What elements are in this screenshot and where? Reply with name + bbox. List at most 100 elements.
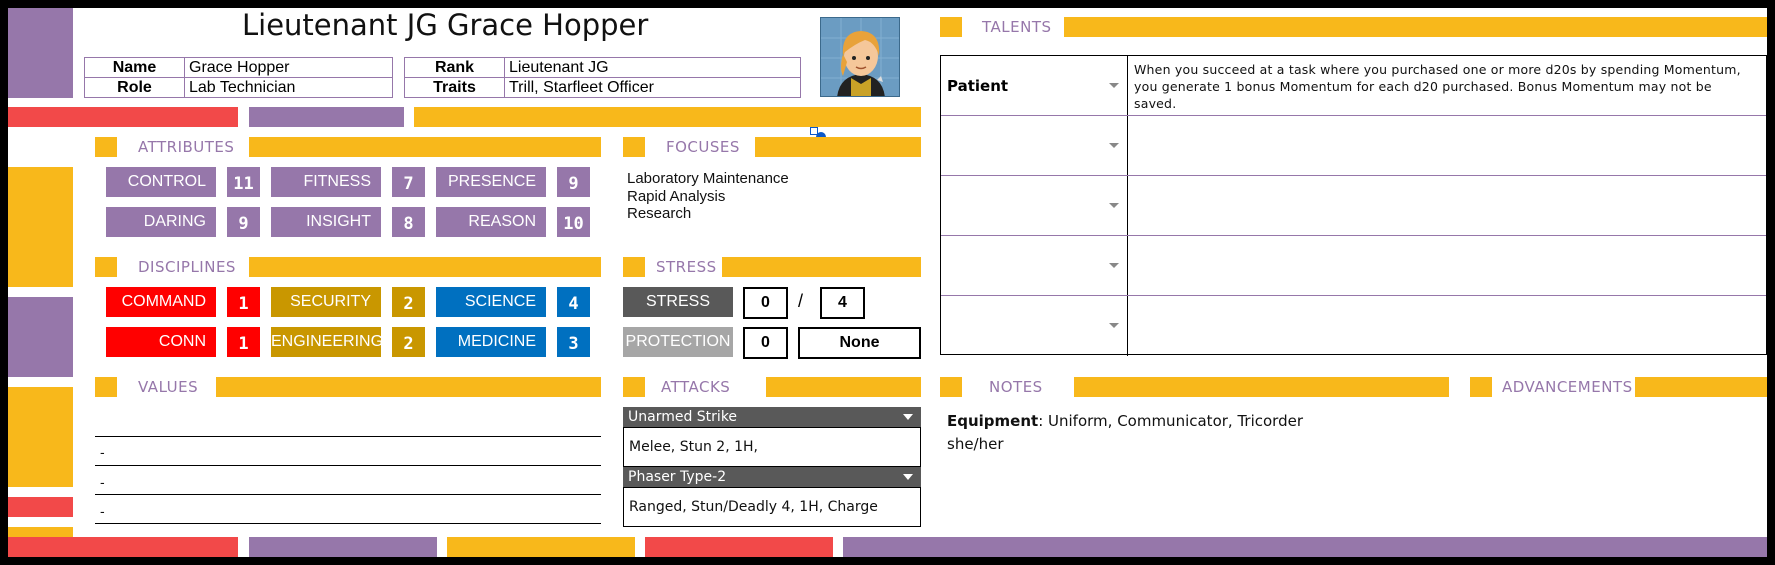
talent-name-select[interactable] <box>941 116 1128 175</box>
protection-label: PROTECTION <box>623 327 733 357</box>
talent-description: When you succeed at a task where you pur… <box>1134 62 1741 111</box>
attr-insight-label: INSIGHT <box>271 207 381 237</box>
rank-value[interactable]: Lieutenant JG <box>504 57 801 78</box>
value-entry[interactable]: - <box>100 503 105 519</box>
chevron-down-icon[interactable] <box>1109 143 1119 148</box>
advancements-header-bar <box>1635 377 1767 397</box>
frame-left-yellow-2 <box>8 387 73 487</box>
attr-daring-value[interactable]: 9 <box>227 207 260 237</box>
rank-label: Rank <box>404 57 505 78</box>
frame-yellow-bar <box>414 107 921 127</box>
notes-header-block <box>940 377 962 397</box>
values-header-bar <box>216 377 601 397</box>
talents-header: TALENTS <box>982 18 1052 36</box>
disc-command-label: COMMAND <box>106 287 216 317</box>
talent-name-select[interactable]: Patient <box>941 56 1128 115</box>
chevron-down-icon[interactable] <box>903 474 913 480</box>
protection-type[interactable]: None <box>798 327 921 359</box>
frame-bottom-purple-1 <box>249 537 437 557</box>
disc-science-label: SCIENCE <box>436 287 546 317</box>
attr-control-value[interactable]: 11 <box>227 167 260 197</box>
chevron-down-icon[interactable] <box>1109 83 1119 88</box>
frame-red-bar <box>8 107 238 127</box>
attack-name: Unarmed Strike <box>628 409 738 425</box>
name-value[interactable]: Grace Hopper <box>184 57 393 78</box>
attr-reason-value[interactable]: 10 <box>557 207 590 237</box>
page-title: Lieutenant JG Grace Hopper <box>242 8 649 42</box>
stress-header: STRESS <box>656 258 717 276</box>
attack-name: Phaser Type-2 <box>628 469 727 485</box>
role-label: Role <box>84 77 185 98</box>
talent-name-select[interactable] <box>941 176 1128 235</box>
frame-bottom-yellow <box>447 537 635 557</box>
attr-daring-label: DARING <box>106 207 216 237</box>
protection-value[interactable]: 0 <box>743 327 788 359</box>
focus-item[interactable]: Rapid Analysis <box>627 188 725 205</box>
chevron-down-icon[interactable] <box>903 414 913 420</box>
value-entry[interactable]: - <box>100 474 105 490</box>
frame-purple-bar <box>249 107 404 127</box>
disc-medicine-value[interactable]: 3 <box>557 327 590 357</box>
traits-value[interactable]: Trill, Starfleet Officer <box>504 77 801 98</box>
attributes-header: ATTRIBUTES <box>138 138 235 156</box>
focuses-header-block <box>623 137 645 157</box>
talent-row <box>941 176 1766 236</box>
disc-engineering-label: ENGINEERING <box>271 327 383 357</box>
role-value[interactable]: Lab Technician <box>184 77 393 98</box>
attr-fitness-value[interactable]: 7 <box>392 167 425 197</box>
attr-presence-value[interactable]: 9 <box>557 167 590 197</box>
chevron-down-icon[interactable] <box>1109 323 1119 328</box>
values-header-block <box>95 377 117 397</box>
advancements-header: ADVANCEMENTS <box>1502 378 1633 396</box>
character-portrait[interactable] <box>820 17 900 97</box>
attack-select[interactable]: Unarmed Strike <box>623 407 921 427</box>
focuses-header: FOCUSES <box>666 138 740 156</box>
attributes-header-block <box>95 137 117 157</box>
portrait-image <box>821 18 899 96</box>
identity-table: Name Grace Hopper Role Lab Technician <box>84 57 393 98</box>
attack-detail: Melee, Stun 2, 1H, <box>623 427 921 467</box>
disc-conn-label: CONN <box>106 327 216 357</box>
rank-table: Rank Lieutenant JG Traits Trill, Starfleet… <box>404 57 801 98</box>
frame-bottom-red-2 <box>645 537 833 557</box>
notes-header: NOTES <box>989 378 1043 396</box>
talent-row <box>941 236 1766 296</box>
disc-command-value[interactable]: 1 <box>227 287 260 317</box>
chevron-down-icon[interactable] <box>1109 203 1119 208</box>
notes-pronouns[interactable]: she/her <box>947 435 1004 453</box>
attr-reason-label: REASON <box>436 207 546 237</box>
attr-presence-label: PRESENCE <box>436 167 546 197</box>
attr-control-label: CONTROL <box>106 167 216 197</box>
attr-fitness-label: FITNESS <box>271 167 381 197</box>
frame-bottom-purple-2 <box>843 537 1767 557</box>
notes-equipment[interactable]: Equipment: Uniform, Communicator, Tricor… <box>947 412 1303 430</box>
disciplines-header-bar <box>249 257 601 277</box>
stress-header-bar <box>722 257 921 277</box>
disc-security-value[interactable]: 2 <box>392 287 425 317</box>
stress-current[interactable]: 0 <box>743 287 788 319</box>
values-line <box>95 523 601 524</box>
focus-item[interactable]: Laboratory Maintenance <box>627 170 789 187</box>
attr-insight-value[interactable]: 8 <box>392 207 425 237</box>
talent-name-select[interactable] <box>941 236 1128 295</box>
disc-science-value[interactable]: 4 <box>557 287 590 317</box>
stress-max[interactable]: 4 <box>820 287 865 319</box>
talents-table: Patient When you succeed at a task where… <box>940 55 1767 356</box>
disc-engineering-value[interactable]: 2 <box>392 327 425 357</box>
focus-item[interactable]: Research <box>627 205 691 222</box>
chevron-down-icon[interactable] <box>1109 263 1119 268</box>
values-header: VALUES <box>138 378 199 396</box>
talent-name-select[interactable] <box>941 296 1128 356</box>
value-entry[interactable]: - <box>100 444 105 460</box>
values-line <box>95 494 601 495</box>
attack-select[interactable]: Phaser Type-2 <box>623 467 921 487</box>
values-line <box>95 436 601 437</box>
frame-bottom-red-1 <box>8 537 238 557</box>
attacks-header: ATTACKS <box>661 378 731 396</box>
attributes-header-bar <box>249 137 601 157</box>
name-label: Name <box>84 57 185 78</box>
attacks-header-block <box>623 377 645 397</box>
disc-conn-value[interactable]: 1 <box>227 327 260 357</box>
talent-name: Patient <box>947 77 1009 95</box>
frame-left-yellow-1 <box>8 167 73 287</box>
